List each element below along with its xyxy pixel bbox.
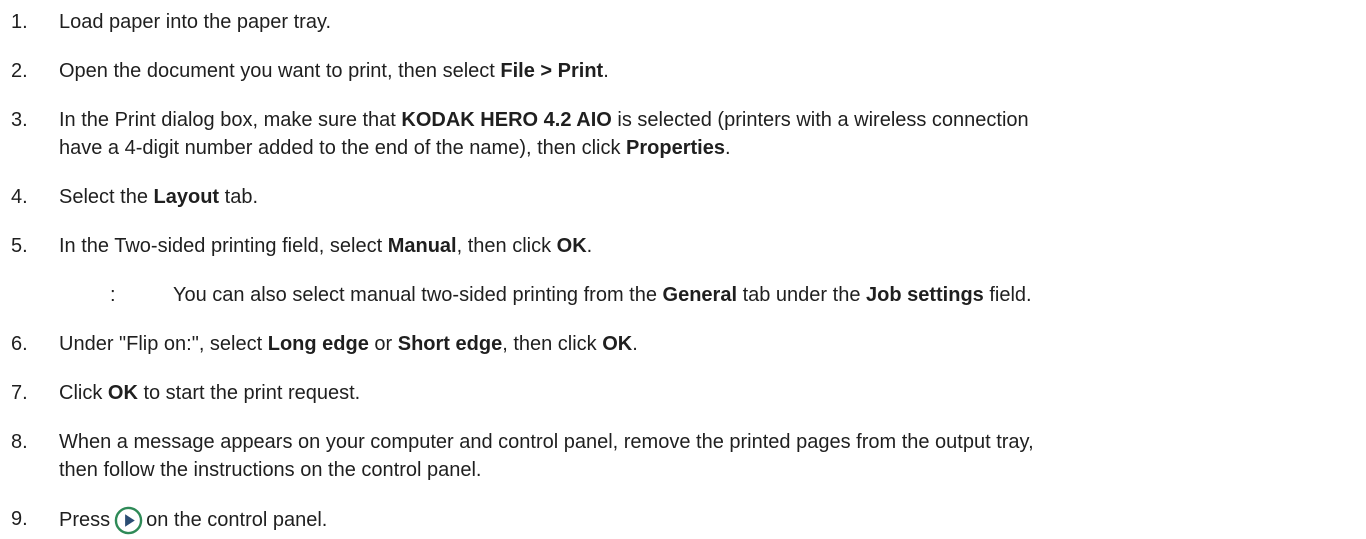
note-colon: : xyxy=(110,284,116,306)
step-text: Click OK to start the print request. xyxy=(59,382,361,404)
ok-label: OK xyxy=(556,235,587,257)
step-number: 5. xyxy=(11,235,28,257)
job-settings-label: Job settings xyxy=(866,284,984,306)
step-text-line-2: then follow the instructions on the cont… xyxy=(59,459,482,481)
ok-label: OK xyxy=(602,333,633,355)
general-tab-label: General xyxy=(662,284,738,306)
start-button-icon xyxy=(114,506,143,535)
step-text: In the Two-sided printing field, select … xyxy=(59,235,593,257)
step-number: 1. xyxy=(11,11,28,33)
step-number: 6. xyxy=(11,333,28,355)
step-text-line-1: When a message appears on your computer … xyxy=(59,431,1034,453)
layout-tab-label: Layout xyxy=(153,186,220,208)
step-text: Load paper into the paper tray. xyxy=(59,11,332,33)
step-number: 4. xyxy=(11,186,28,208)
step-number: 2. xyxy=(11,60,28,82)
step-text: Press on the control panel. xyxy=(59,506,1359,535)
ok-label: OK xyxy=(107,382,138,404)
step-number: 7. xyxy=(11,382,28,404)
printer-name: KODAK HERO 4.2 AIO xyxy=(401,109,612,131)
note-text: You can also select manual two-sided pri… xyxy=(173,284,1032,306)
manual-option-label: Manual xyxy=(387,235,457,257)
step-number: 8. xyxy=(11,431,28,453)
step-text-line-2: have a 4-digit number added to the end o… xyxy=(59,137,731,159)
menu-path-file-print: File > Print xyxy=(500,60,604,82)
short-edge-label: Short edge xyxy=(397,333,503,355)
step-number: 9. xyxy=(11,508,28,530)
step-text: Select the Layout tab. xyxy=(59,186,258,208)
step-text: Under "Flip on:", select Long edge or Sh… xyxy=(59,333,638,355)
step-number: 3. xyxy=(11,109,28,131)
step-text: Open the document you want to print, the… xyxy=(59,60,609,82)
long-edge-label: Long edge xyxy=(267,333,369,355)
print-instructions: 1. Load paper into the paper tray. 2. Op… xyxy=(0,0,1366,539)
step-text-line-1: In the Print dialog box, make sure that … xyxy=(59,109,1029,131)
properties-label: Properties xyxy=(626,137,725,159)
